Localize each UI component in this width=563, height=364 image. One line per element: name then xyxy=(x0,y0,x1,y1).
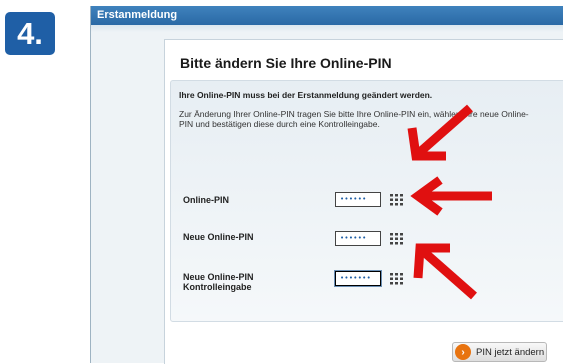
confirm-pin-label: Neue Online-PIN Kontrolleingabe xyxy=(183,272,303,292)
change-pin-button[interactable]: › PIN jetzt ändern xyxy=(452,342,547,362)
change-pin-button-label: PIN jetzt ändern xyxy=(476,346,545,358)
confirm-pin-label-line2: Kontrolleingabe xyxy=(183,282,252,292)
step-number-badge: 4. xyxy=(5,12,55,55)
window-subbar xyxy=(91,25,563,32)
new-pin-label: Neue Online-PIN xyxy=(183,232,254,242)
arrow-right-circle-icon: › xyxy=(455,344,471,360)
keypad-grid-icon[interactable] xyxy=(390,233,403,245)
pin-form: Ihre Online-PIN muss bei der Erstanmeldu… xyxy=(170,80,563,322)
new-pin-input[interactable]: •••••• xyxy=(335,231,381,246)
confirm-pin-input[interactable]: ••••••• xyxy=(335,271,381,286)
online-pin-input[interactable]: •••••• xyxy=(335,192,381,207)
page-title: Bitte ändern Sie Ihre Online-PIN xyxy=(180,55,392,71)
confirm-pin-label-line1: Neue Online-PIN xyxy=(183,272,254,282)
info-text: Zur Änderung Ihrer Online-PIN tragen Sie… xyxy=(179,109,529,129)
window-titlebar: Erstanmeldung xyxy=(91,6,563,25)
login-window: Erstanmeldung Bitte ändern Sie Ihre Onli… xyxy=(90,6,563,364)
online-pin-label: Online-PIN xyxy=(183,195,230,205)
keypad-grid-icon[interactable] xyxy=(390,194,403,206)
info-heading: Ihre Online-PIN muss bei der Erstanmeldu… xyxy=(179,90,433,100)
pin-change-panel: Bitte ändern Sie Ihre Online-PIN Ihre On… xyxy=(164,39,563,364)
keypad-grid-icon[interactable] xyxy=(390,273,403,285)
